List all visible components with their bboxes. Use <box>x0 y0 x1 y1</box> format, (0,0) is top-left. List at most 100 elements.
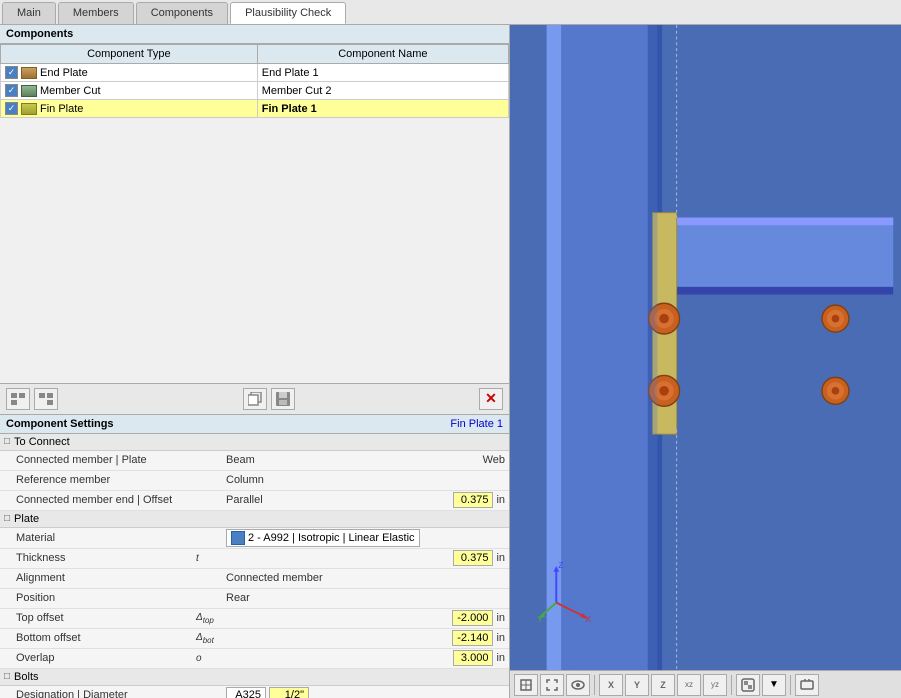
value-top-offset[interactable]: -2.000 <box>452 610 493 626</box>
value-bottom-offset[interactable]: -2.140 <box>452 630 493 646</box>
setting-label: Designation | Diameter <box>16 689 196 698</box>
setting-designation: Designation | Diameter A325 1/2" <box>0 686 509 698</box>
svg-text:Y: Y <box>537 614 543 624</box>
toolbar-btn-2[interactable] <box>34 388 58 410</box>
svg-text:Z: Z <box>558 560 564 570</box>
view-btn-extra[interactable] <box>795 674 819 696</box>
components-section-header: Components <box>0 25 509 44</box>
unit-in: in <box>496 552 505 564</box>
comp-type-label: End Plate <box>40 67 88 79</box>
unit-in: in <box>496 494 505 506</box>
material-icon <box>231 531 245 545</box>
value-position: Rear <box>226 592 250 604</box>
toolbar-btn-close[interactable]: ✕ <box>479 388 503 410</box>
components-table: Component Type Component Name ✓ End Plat… <box>0 44 509 118</box>
setting-values: 0.375 in <box>226 550 505 566</box>
tab-bar: Main Members Components Plausibility Che… <box>0 0 901 25</box>
value-diameter[interactable]: 1/2" <box>269 687 309 698</box>
setting-symbol: t <box>196 553 226 564</box>
left-panel: Components Component Type Component Name… <box>0 25 510 698</box>
setting-values: -2.140 in <box>226 630 505 646</box>
separator <box>594 675 595 695</box>
setting-values: A325 1/2" <box>226 687 505 698</box>
setting-values: -2.000 in <box>226 610 505 626</box>
3d-scene: Z Y X <box>510 25 901 670</box>
setting-alignment: Alignment Connected member <box>0 569 509 589</box>
setting-symbol: o <box>196 653 226 664</box>
setting-thickness: Thickness t 0.375 in <box>0 549 509 569</box>
setting-label: Connected member | Plate <box>16 454 196 466</box>
components-table-container: Component Type Component Name ✓ End Plat… <box>0 44 509 118</box>
unit-in: in <box>496 612 505 624</box>
view-btn-z[interactable]: Z <box>651 674 675 696</box>
tab-plausibility[interactable]: Plausibility Check <box>230 2 346 24</box>
finplate-icon <box>21 103 37 115</box>
separator <box>731 675 732 695</box>
group-plate[interactable]: □ Plate <box>0 511 509 528</box>
value-thickness[interactable]: 0.375 <box>453 550 493 566</box>
toolbar-btn-save[interactable] <box>271 388 295 410</box>
value-overlap[interactable]: 3.000 <box>453 650 493 666</box>
setting-values: Beam Web <box>226 454 505 466</box>
group-bolts[interactable]: □ Bolts <box>0 669 509 686</box>
setting-label: Position <box>16 592 196 604</box>
tab-members[interactable]: Members <box>58 2 134 24</box>
setting-values: 2 - A992 | Isotropic | Linear Elastic <box>226 529 505 547</box>
comp-type-cell: ✓ Member Cut <box>1 82 258 100</box>
close-icon: ✕ <box>485 390 497 407</box>
toolbar-btn-copy[interactable] <box>243 388 267 410</box>
comp-name-cell: Fin Plate 1 <box>257 100 508 118</box>
view-btn-xz[interactable]: xz <box>677 674 701 696</box>
tab-components[interactable]: Components <box>136 2 228 24</box>
view-btn-dropdown[interactable]: ▼ <box>762 674 786 696</box>
value-beam: Beam <box>226 454 255 466</box>
main-layout: Components Component Type Component Name… <box>0 25 901 698</box>
view-btn-render[interactable] <box>736 674 760 696</box>
setting-values: 3.000 in <box>226 650 505 666</box>
endplate-icon <box>21 67 37 79</box>
setting-label: Thickness <box>16 552 196 564</box>
view-btn-yz[interactable]: yz <box>703 674 727 696</box>
right-panel: Z Y X X Y Z <box>510 25 901 698</box>
value-offset[interactable]: 0.375 <box>453 492 493 508</box>
unit-in: in <box>496 632 505 644</box>
comp-type-cell: ✓ End Plate <box>1 64 258 82</box>
view-btn-y[interactable]: Y <box>625 674 649 696</box>
setting-symbol: Δtop <box>196 612 226 625</box>
svg-text:X: X <box>585 614 591 624</box>
comp-toolbar: ✕ <box>0 383 509 415</box>
view-btn-fit[interactable] <box>540 674 564 696</box>
setting-label: Overlap <box>16 652 196 664</box>
view-toolbar: X Y Z xz yz ▼ <box>510 670 901 698</box>
table-row: ✓ End Plate End Plate 1 <box>1 64 509 82</box>
comp-type-cell: ✓ Fin Plate <box>1 100 258 118</box>
setting-overlap: Overlap o 3.000 in <box>0 649 509 669</box>
setting-reference-member: Reference member Column <box>0 471 509 491</box>
value-designation[interactable]: A325 <box>226 687 266 698</box>
comp-spacer <box>0 118 509 383</box>
table-row[interactable]: ✓ Fin Plate Fin Plate 1 <box>1 100 509 118</box>
tab-main[interactable]: Main <box>2 2 56 24</box>
setting-label: Connected member end | Offset <box>16 494 196 506</box>
table-row: ✓ Member Cut Member Cut 2 <box>1 82 509 100</box>
setting-values: Connected member <box>226 572 505 584</box>
toolbar-btn-1[interactable] <box>6 388 30 410</box>
checkbox-endplate[interactable]: ✓ <box>5 66 18 79</box>
material-box[interactable]: 2 - A992 | Isotropic | Linear Elastic <box>226 529 420 547</box>
setting-values: Rear <box>226 592 505 604</box>
setting-connected-member: Connected member | Plate Beam Web <box>0 451 509 471</box>
group-toggle-plate: □ <box>4 513 10 524</box>
settings-title: Component Settings <box>6 418 114 430</box>
group-to-connect[interactable]: □ To Connect <box>0 434 509 451</box>
view-btn-x[interactable]: X <box>599 674 623 696</box>
view-btn-home[interactable] <box>514 674 538 696</box>
setting-label: Bottom offset <box>16 632 196 644</box>
setting-connected-end: Connected member end | Offset Parallel 0… <box>0 491 509 511</box>
checkbox-finplate[interactable]: ✓ <box>5 102 18 115</box>
setting-material: Material 2 - A992 | Isotropic | Linear E… <box>0 528 509 549</box>
view-btn-eye[interactable] <box>566 674 590 696</box>
settings-scroll[interactable]: □ To Connect Connected member | Plate Be… <box>0 434 509 698</box>
checkbox-membercut[interactable]: ✓ <box>5 84 18 97</box>
settings-header: Component Settings Fin Plate 1 <box>0 415 509 434</box>
col-name: Component Name <box>257 45 508 64</box>
